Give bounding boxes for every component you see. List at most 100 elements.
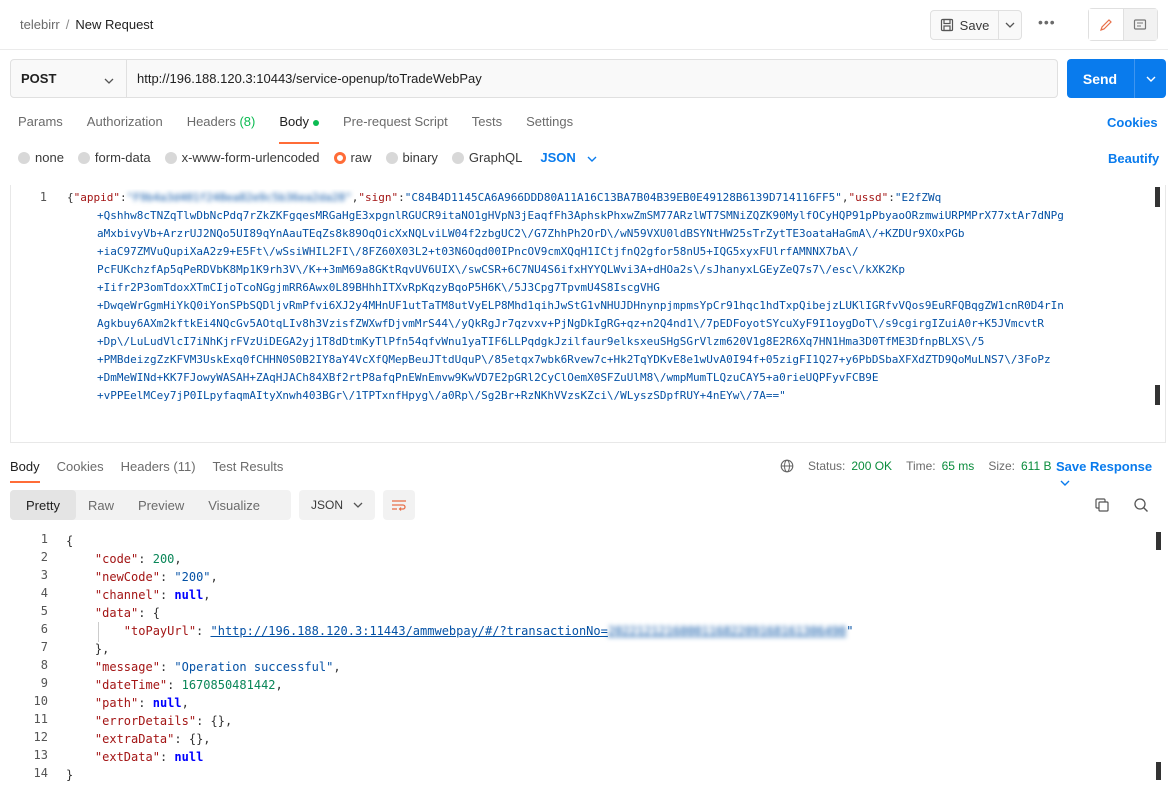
json-value: null <box>174 750 204 764</box>
save-dropdown-button[interactable] <box>999 11 1021 39</box>
save-response-label: Save Response <box>1056 459 1153 474</box>
tab-tests[interactable]: Tests <box>472 114 502 136</box>
request-body-editor[interactable]: 1 {"appid":"F9b4a3d401f248ea82e9c5b36ea2… <box>10 185 1166 443</box>
code-line: "path": null, <box>94 696 189 710</box>
json-key: "appid" <box>73 191 120 204</box>
url-input[interactable]: http://196.188.120.3:10443/service-openu… <box>137 71 482 86</box>
resp-tab-body[interactable]: Body <box>10 459 40 483</box>
chevron-down-icon <box>1005 22 1015 28</box>
line-number: 11 <box>33 712 48 726</box>
response-format-label: JSON <box>310 498 343 512</box>
radio-graphql[interactable]: GraphQL <box>451 150 522 165</box>
json-value: null <box>152 696 182 710</box>
tab-headers[interactable]: Headers (8) <box>187 114 256 136</box>
response-body-viewer[interactable]: 1 2 3 4 5 6 7 8 9 10 11 12 13 14 { "code… <box>0 532 1168 787</box>
top-bar: telebirr / New Request Save ••• <box>0 0 1168 50</box>
comments-button[interactable] <box>1123 9 1157 40</box>
radio-none-label: none <box>35 150 64 165</box>
view-visualize[interactable]: Visualize <box>196 490 272 520</box>
response-view-switcher: Pretty Raw Preview Visualize <box>10 490 291 520</box>
save-button[interactable]: Save <box>931 11 999 39</box>
radio-raw[interactable]: raw <box>333 150 372 165</box>
search-button[interactable] <box>1133 497 1149 516</box>
radio-circle <box>18 151 30 164</box>
json-key: "extData" <box>94 750 160 764</box>
response-format-select[interactable]: JSON <box>299 490 375 520</box>
tab-body-label: Body <box>279 114 309 129</box>
tab-body[interactable]: Body <box>279 114 319 144</box>
save-response-button[interactable]: Save Response <box>1056 459 1168 489</box>
editor-scrollbar-bottom[interactable] <box>1155 385 1160 405</box>
code-line: }, <box>94 642 110 656</box>
code-line: "code": 200, <box>94 552 182 566</box>
line-number: 5 <box>40 604 48 618</box>
tab-settings[interactable]: Settings <box>526 114 573 136</box>
method-label: POST <box>21 71 57 86</box>
resp-tab-headers-count: (11) <box>173 459 196 474</box>
wrap-lines-button[interactable] <box>383 490 415 520</box>
copy-icon <box>1095 498 1109 512</box>
breadcrumb-workspace[interactable]: telebirr <box>20 17 60 32</box>
code-line: +Dp\/LuLudVlcI7iNhKjrFVzUiDEGA2yj1T8dDtm… <box>97 335 985 348</box>
copy-button[interactable] <box>1094 497 1110 516</box>
line-number: 14 <box>33 766 48 780</box>
wrap-lines-icon <box>392 500 406 511</box>
time-value[interactable]: 65 ms <box>942 459 975 473</box>
tab-params[interactable]: Params <box>18 114 63 136</box>
status-value[interactable]: 200 OK <box>851 459 892 473</box>
send-button[interactable]: Send <box>1067 59 1133 98</box>
cookies-link[interactable]: Cookies <box>1107 115 1158 130</box>
code-brace: } <box>66 768 74 782</box>
code-line: "extData": null <box>94 750 204 764</box>
body-indicator-dot <box>312 119 319 126</box>
json-value: 1670850481442 <box>181 678 276 692</box>
chevron-down-icon <box>587 156 597 162</box>
radio-circle-selected <box>333 151 346 164</box>
raw-format-label: JSON <box>540 150 576 165</box>
line-number: 1 <box>39 190 47 204</box>
code-line: aMxbivyVb+ArzrUJ2NQo5UI89qYnAauTEqZs8k89… <box>97 227 965 240</box>
json-value: {} <box>210 714 225 728</box>
line-number: 3 <box>40 568 48 582</box>
tab-authorization[interactable]: Authorization <box>87 114 163 136</box>
json-url-redacted: 202212121600011682209168161306490 <box>607 624 847 638</box>
view-preview[interactable]: Preview <box>126 490 196 520</box>
beautify-link[interactable]: Beautify <box>1108 151 1159 166</box>
view-raw[interactable]: Raw <box>76 490 126 520</box>
breadcrumb-request-name[interactable]: New Request <box>75 17 153 32</box>
code-line: "dateTime": 1670850481442, <box>94 678 283 692</box>
view-pretty[interactable]: Pretty <box>10 490 76 520</box>
raw-format-select[interactable]: JSON <box>540 150 597 165</box>
json-value: "Operation successful" <box>174 660 334 674</box>
line-number: 6 <box>40 622 48 636</box>
radio-form-data[interactable]: form-data <box>77 150 151 165</box>
more-options-button[interactable]: ••• <box>1038 14 1056 30</box>
globe-icon[interactable] <box>780 459 794 473</box>
radio-urlencoded[interactable]: x-www-form-urlencoded <box>164 150 320 165</box>
resp-tab-headers[interactable]: Headers (11) <box>121 459 196 474</box>
right-toolbar <box>1088 8 1158 41</box>
method-select[interactable]: POST <box>11 60 127 97</box>
size-value[interactable]: 611 B <box>1021 459 1051 473</box>
json-url-value[interactable]: "http://196.188.120.3:11443/ammwebpay/#/… <box>211 624 608 638</box>
line-number: 13 <box>33 748 48 762</box>
save-button-label: Save <box>959 17 990 33</box>
chevron-down-icon <box>353 502 363 508</box>
body-type-selector: none form-data x-www-form-urlencoded raw… <box>18 150 597 165</box>
code-line: +Qshhw8cTNZqTlwDbNcPdq7rZkZKFgqesMRGaHgE… <box>97 209 1064 222</box>
resp-tab-test-results[interactable]: Test Results <box>213 459 284 474</box>
code-line: Agkbuy6AXm2kftkEi4NQcGv5AOtqLIv8h3VzisfZ… <box>97 317 1045 330</box>
size-label: Size: <box>988 459 1015 473</box>
resp-tab-cookies[interactable]: Cookies <box>57 459 104 474</box>
send-dropdown-button[interactable] <box>1135 59 1166 98</box>
response-scrollbar[interactable] <box>1156 532 1161 550</box>
request-code: {"appid":"F9b4a3d401f248ea82e9c5b36ea2da… <box>67 189 1149 405</box>
tab-pre-request-script[interactable]: Pre-request Script <box>343 114 448 136</box>
editor-scrollbar[interactable] <box>1155 187 1160 207</box>
response-scrollbar-bottom[interactable] <box>1156 762 1161 780</box>
radio-binary[interactable]: binary <box>385 150 438 165</box>
code-line: +DwqeWrGgmHiYkQ0iYonSPbSQDljvRmPfvi6XJ2y… <box>97 299 1064 312</box>
radio-none[interactable]: none <box>18 150 64 165</box>
edit-button[interactable] <box>1089 9 1124 40</box>
code-line: +iaC97ZMVuQupiXaA2z9+E5Ft\/wSsiWHIL2FI\/… <box>97 245 859 258</box>
